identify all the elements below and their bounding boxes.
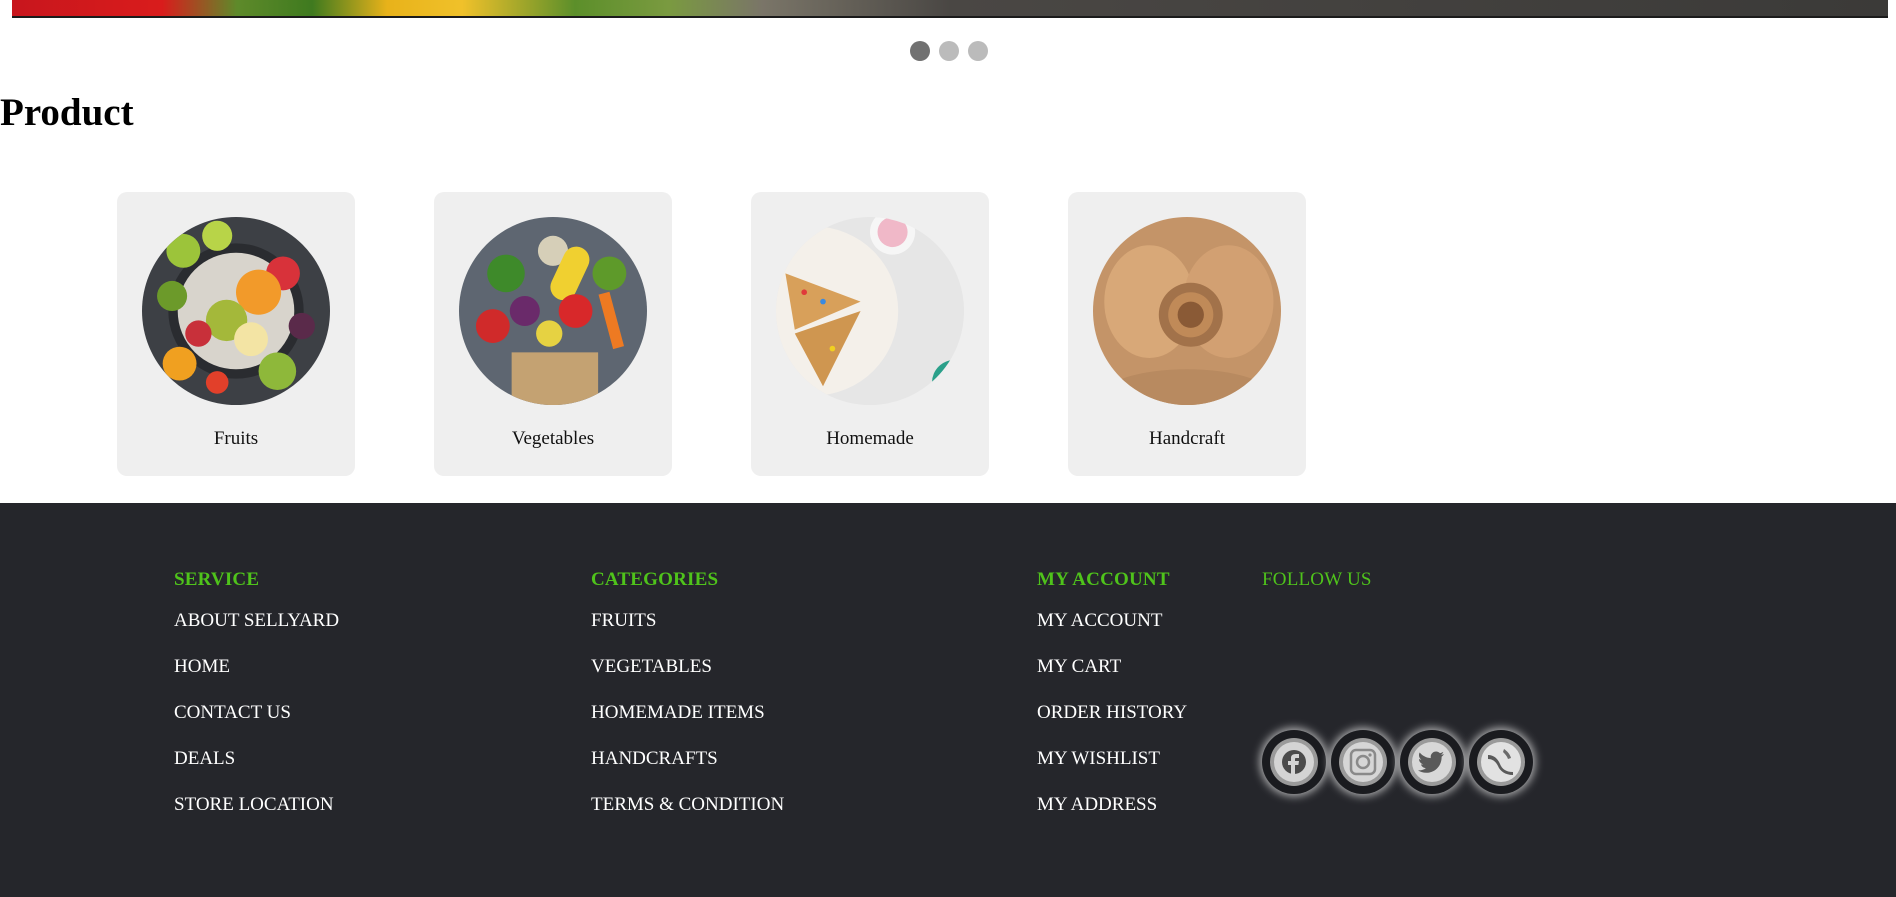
product-card-vegetables[interactable]: Vegetables: [434, 192, 672, 476]
skype-icon[interactable]: [1469, 730, 1533, 794]
hero-banner: [12, 0, 1888, 18]
footer-heading-follow: FOLLOW US: [1262, 569, 1372, 590]
product-label: Homemade: [826, 428, 914, 449]
footer-follow-column: FOLLOW US: [1262, 569, 1533, 794]
carousel-dot-2[interactable]: [939, 41, 959, 61]
product-label: Handcraft: [1149, 428, 1225, 449]
footer-link-about[interactable]: ABOUT SELLYARD: [174, 608, 339, 634]
product-label: Vegetables: [511, 428, 595, 449]
footer-link-order-history[interactable]: ORDER HISTORY: [1037, 700, 1187, 726]
footer-categories-column: CATEGORIES FRUITS VEGETABLES HOMEMADE IT…: [591, 569, 784, 838]
vegetables-image: [459, 217, 647, 405]
product-card-homemade[interactable]: Homemade: [751, 192, 989, 476]
product-categories: Fruits Vegetables Homemade Handcraft: [117, 192, 1306, 476]
social-icons: [1262, 730, 1533, 794]
footer-link-deals[interactable]: DEALS: [174, 746, 339, 772]
product-card-fruits[interactable]: Fruits: [117, 192, 355, 476]
footer-link-home[interactable]: HOME: [174, 654, 339, 680]
product-label: Fruits: [213, 428, 259, 449]
footer-link-handcrafts[interactable]: HANDCRAFTS: [591, 746, 784, 772]
footer-link-vegetables[interactable]: VEGETABLES: [591, 654, 784, 680]
carousel-dot-1[interactable]: [910, 41, 930, 61]
footer-heading-categories: CATEGORIES: [591, 569, 719, 590]
carousel-dots: [910, 41, 988, 61]
footer-link-contact[interactable]: CONTACT US: [174, 700, 339, 726]
footer-link-my-wishlist[interactable]: MY WISHLIST: [1037, 746, 1187, 772]
footer-account-column: MY ACCOUNT MY ACCOUNT MY CART ORDER HIST…: [1037, 569, 1187, 838]
carousel-dot-3[interactable]: [968, 41, 988, 61]
fruits-image: [142, 217, 330, 405]
homemade-image: [776, 217, 964, 405]
footer-heading-account: MY ACCOUNT: [1037, 569, 1170, 590]
footer-heading-service: SERVICE: [174, 569, 260, 590]
handcraft-image: [1093, 217, 1281, 405]
footer-link-store-location[interactable]: STORE LOCATION: [174, 792, 339, 818]
product-card-handcraft[interactable]: Handcraft: [1068, 192, 1306, 476]
footer-link-my-address[interactable]: MY ADDRESS: [1037, 792, 1187, 818]
footer-link-my-cart[interactable]: MY CART: [1037, 654, 1187, 680]
footer-link-homemade-items[interactable]: HOMEMADE ITEMS: [591, 700, 784, 726]
footer-link-fruits[interactable]: FRUITS: [591, 608, 784, 634]
footer-link-terms[interactable]: TERMS & CONDITION: [591, 792, 784, 818]
footer-service-column: SERVICE ABOUT SELLYARD HOME CONTACT US D…: [174, 569, 339, 838]
section-title: Product: [0, 91, 134, 134]
facebook-icon[interactable]: [1262, 730, 1326, 794]
instagram-icon[interactable]: [1331, 730, 1395, 794]
site-footer: SERVICE ABOUT SELLYARD HOME CONTACT US D…: [0, 503, 1896, 897]
footer-link-my-account[interactable]: MY ACCOUNT: [1037, 608, 1187, 634]
twitter-icon[interactable]: [1400, 730, 1464, 794]
